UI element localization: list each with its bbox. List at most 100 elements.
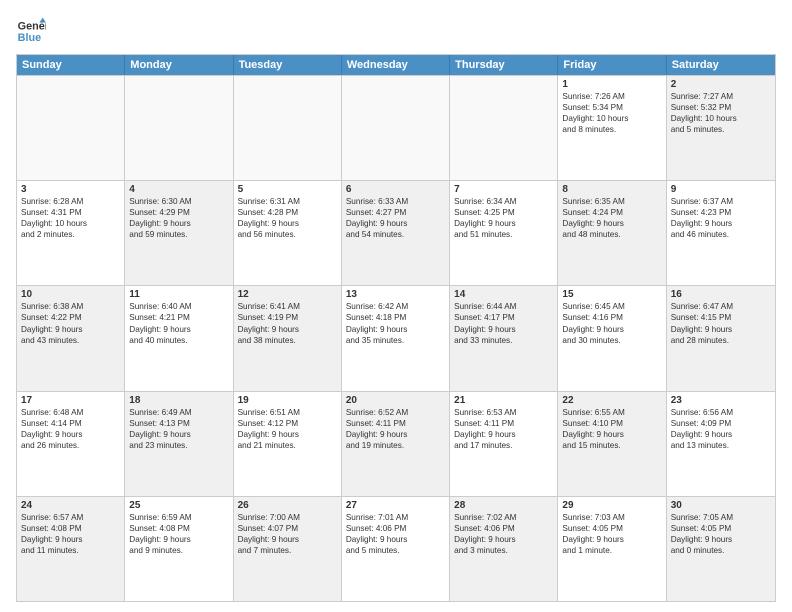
logo: General Blue xyxy=(16,16,46,46)
calendar-cell xyxy=(234,76,342,180)
day-number: 28 xyxy=(454,500,553,511)
day-info: Sunrise: 6:41 AM Sunset: 4:19 PM Dayligh… xyxy=(238,301,337,345)
weekday-header: Thursday xyxy=(450,55,558,75)
day-info: Sunrise: 6:52 AM Sunset: 4:11 PM Dayligh… xyxy=(346,407,445,451)
calendar-cell: 10Sunrise: 6:38 AM Sunset: 4:22 PM Dayli… xyxy=(17,286,125,390)
day-number: 21 xyxy=(454,395,553,406)
day-number: 29 xyxy=(562,500,661,511)
day-info: Sunrise: 7:26 AM Sunset: 5:34 PM Dayligh… xyxy=(562,91,661,135)
day-info: Sunrise: 6:40 AM Sunset: 4:21 PM Dayligh… xyxy=(129,301,228,345)
calendar-cell: 5Sunrise: 6:31 AM Sunset: 4:28 PM Daylig… xyxy=(234,181,342,285)
day-number: 25 xyxy=(129,500,228,511)
day-info: Sunrise: 6:33 AM Sunset: 4:27 PM Dayligh… xyxy=(346,196,445,240)
calendar-cell: 30Sunrise: 7:05 AM Sunset: 4:05 PM Dayli… xyxy=(667,497,775,601)
weekday-header: Tuesday xyxy=(234,55,342,75)
day-number: 26 xyxy=(238,500,337,511)
day-number: 13 xyxy=(346,289,445,300)
day-number: 22 xyxy=(562,395,661,406)
calendar-cell: 29Sunrise: 7:03 AM Sunset: 4:05 PM Dayli… xyxy=(558,497,666,601)
calendar-cell: 1Sunrise: 7:26 AM Sunset: 5:34 PM Daylig… xyxy=(558,76,666,180)
day-number: 11 xyxy=(129,289,228,300)
day-info: Sunrise: 6:51 AM Sunset: 4:12 PM Dayligh… xyxy=(238,407,337,451)
day-number: 12 xyxy=(238,289,337,300)
weekday-header: Saturday xyxy=(667,55,775,75)
day-info: Sunrise: 7:05 AM Sunset: 4:05 PM Dayligh… xyxy=(671,512,771,556)
day-info: Sunrise: 7:02 AM Sunset: 4:06 PM Dayligh… xyxy=(454,512,553,556)
calendar-row: 3Sunrise: 6:28 AM Sunset: 4:31 PM Daylig… xyxy=(17,180,775,285)
calendar-cell: 20Sunrise: 6:52 AM Sunset: 4:11 PM Dayli… xyxy=(342,392,450,496)
calendar-cell: 24Sunrise: 6:57 AM Sunset: 4:08 PM Dayli… xyxy=(17,497,125,601)
day-number: 15 xyxy=(562,289,661,300)
calendar-row: 24Sunrise: 6:57 AM Sunset: 4:08 PM Dayli… xyxy=(17,496,775,601)
day-info: Sunrise: 7:03 AM Sunset: 4:05 PM Dayligh… xyxy=(562,512,661,556)
calendar-cell: 27Sunrise: 7:01 AM Sunset: 4:06 PM Dayli… xyxy=(342,497,450,601)
day-info: Sunrise: 6:28 AM Sunset: 4:31 PM Dayligh… xyxy=(21,196,120,240)
calendar-cell: 15Sunrise: 6:45 AM Sunset: 4:16 PM Dayli… xyxy=(558,286,666,390)
calendar-cell: 25Sunrise: 6:59 AM Sunset: 4:08 PM Dayli… xyxy=(125,497,233,601)
calendar-cell: 17Sunrise: 6:48 AM Sunset: 4:14 PM Dayli… xyxy=(17,392,125,496)
day-info: Sunrise: 6:57 AM Sunset: 4:08 PM Dayligh… xyxy=(21,512,120,556)
day-info: Sunrise: 6:45 AM Sunset: 4:16 PM Dayligh… xyxy=(562,301,661,345)
calendar-cell: 26Sunrise: 7:00 AM Sunset: 4:07 PM Dayli… xyxy=(234,497,342,601)
day-info: Sunrise: 6:30 AM Sunset: 4:29 PM Dayligh… xyxy=(129,196,228,240)
day-number: 14 xyxy=(454,289,553,300)
header: General Blue xyxy=(16,16,776,46)
calendar-cell: 6Sunrise: 6:33 AM Sunset: 4:27 PM Daylig… xyxy=(342,181,450,285)
calendar-body: 1Sunrise: 7:26 AM Sunset: 5:34 PM Daylig… xyxy=(17,75,775,601)
calendar-cell: 23Sunrise: 6:56 AM Sunset: 4:09 PM Dayli… xyxy=(667,392,775,496)
calendar-header: SundayMondayTuesdayWednesdayThursdayFrid… xyxy=(17,55,775,75)
day-number: 7 xyxy=(454,184,553,195)
calendar-cell: 13Sunrise: 6:42 AM Sunset: 4:18 PM Dayli… xyxy=(342,286,450,390)
svg-text:Blue: Blue xyxy=(18,32,41,44)
day-number: 5 xyxy=(238,184,337,195)
calendar-cell: 9Sunrise: 6:37 AM Sunset: 4:23 PM Daylig… xyxy=(667,181,775,285)
calendar-cell: 7Sunrise: 6:34 AM Sunset: 4:25 PM Daylig… xyxy=(450,181,558,285)
day-info: Sunrise: 6:35 AM Sunset: 4:24 PM Dayligh… xyxy=(562,196,661,240)
weekday-header: Wednesday xyxy=(342,55,450,75)
calendar-row: 10Sunrise: 6:38 AM Sunset: 4:22 PM Dayli… xyxy=(17,285,775,390)
calendar-row: 1Sunrise: 7:26 AM Sunset: 5:34 PM Daylig… xyxy=(17,75,775,180)
day-number: 2 xyxy=(671,79,771,90)
calendar-cell xyxy=(17,76,125,180)
calendar-cell: 4Sunrise: 6:30 AM Sunset: 4:29 PM Daylig… xyxy=(125,181,233,285)
calendar-row: 17Sunrise: 6:48 AM Sunset: 4:14 PM Dayli… xyxy=(17,391,775,496)
calendar: SundayMondayTuesdayWednesdayThursdayFrid… xyxy=(16,54,776,602)
day-info: Sunrise: 6:34 AM Sunset: 4:25 PM Dayligh… xyxy=(454,196,553,240)
day-number: 3 xyxy=(21,184,120,195)
calendar-cell: 2Sunrise: 7:27 AM Sunset: 5:32 PM Daylig… xyxy=(667,76,775,180)
day-info: Sunrise: 6:44 AM Sunset: 4:17 PM Dayligh… xyxy=(454,301,553,345)
day-number: 20 xyxy=(346,395,445,406)
day-info: Sunrise: 6:59 AM Sunset: 4:08 PM Dayligh… xyxy=(129,512,228,556)
calendar-cell: 12Sunrise: 6:41 AM Sunset: 4:19 PM Dayli… xyxy=(234,286,342,390)
weekday-header: Sunday xyxy=(17,55,125,75)
day-number: 16 xyxy=(671,289,771,300)
day-number: 4 xyxy=(129,184,228,195)
calendar-cell: 11Sunrise: 6:40 AM Sunset: 4:21 PM Dayli… xyxy=(125,286,233,390)
day-info: Sunrise: 7:01 AM Sunset: 4:06 PM Dayligh… xyxy=(346,512,445,556)
day-number: 24 xyxy=(21,500,120,511)
calendar-cell xyxy=(342,76,450,180)
logo-icon: General Blue xyxy=(16,16,46,46)
calendar-cell xyxy=(125,76,233,180)
day-number: 1 xyxy=(562,79,661,90)
calendar-cell: 22Sunrise: 6:55 AM Sunset: 4:10 PM Dayli… xyxy=(558,392,666,496)
day-info: Sunrise: 6:49 AM Sunset: 4:13 PM Dayligh… xyxy=(129,407,228,451)
day-number: 10 xyxy=(21,289,120,300)
day-info: Sunrise: 6:38 AM Sunset: 4:22 PM Dayligh… xyxy=(21,301,120,345)
day-info: Sunrise: 6:56 AM Sunset: 4:09 PM Dayligh… xyxy=(671,407,771,451)
day-number: 18 xyxy=(129,395,228,406)
calendar-cell xyxy=(450,76,558,180)
page: General Blue SundayMondayTuesdayWednesda… xyxy=(0,0,792,612)
day-info: Sunrise: 7:00 AM Sunset: 4:07 PM Dayligh… xyxy=(238,512,337,556)
day-number: 9 xyxy=(671,184,771,195)
calendar-cell: 18Sunrise: 6:49 AM Sunset: 4:13 PM Dayli… xyxy=(125,392,233,496)
calendar-cell: 19Sunrise: 6:51 AM Sunset: 4:12 PM Dayli… xyxy=(234,392,342,496)
day-info: Sunrise: 6:55 AM Sunset: 4:10 PM Dayligh… xyxy=(562,407,661,451)
calendar-cell: 16Sunrise: 6:47 AM Sunset: 4:15 PM Dayli… xyxy=(667,286,775,390)
day-info: Sunrise: 6:48 AM Sunset: 4:14 PM Dayligh… xyxy=(21,407,120,451)
day-info: Sunrise: 6:31 AM Sunset: 4:28 PM Dayligh… xyxy=(238,196,337,240)
calendar-cell: 3Sunrise: 6:28 AM Sunset: 4:31 PM Daylig… xyxy=(17,181,125,285)
day-number: 6 xyxy=(346,184,445,195)
day-number: 23 xyxy=(671,395,771,406)
weekday-header: Monday xyxy=(125,55,233,75)
